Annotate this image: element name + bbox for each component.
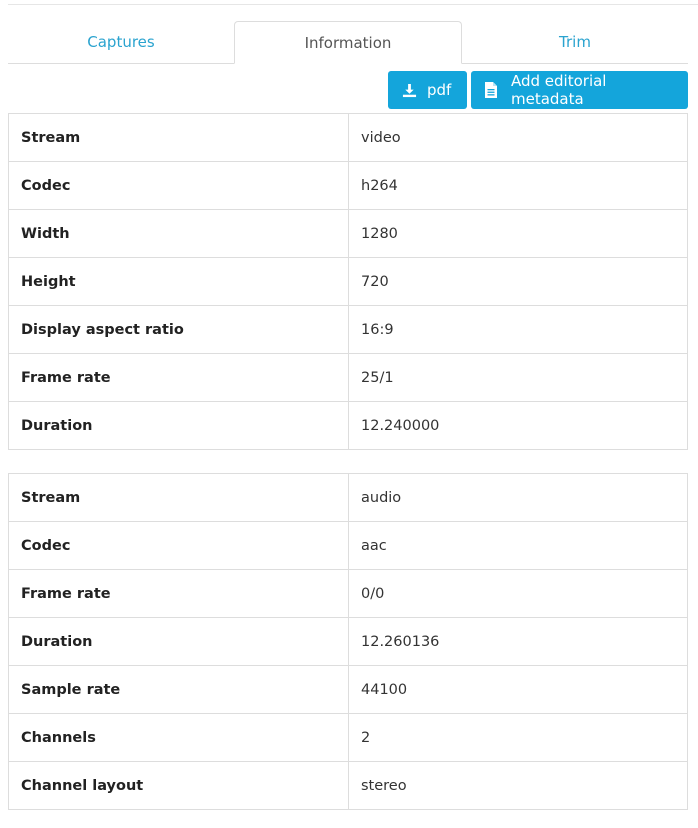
- table-row: Sample rate 44100: [8, 665, 688, 714]
- row-key: Sample rate: [8, 665, 349, 714]
- table-row: Duration 12.240000: [8, 401, 688, 450]
- tab-information[interactable]: Information: [234, 21, 462, 64]
- audio-stream-table: Stream audio Codec aac Frame rate 0/0 Du…: [8, 473, 688, 810]
- row-key: Width: [8, 209, 349, 258]
- table-row: Frame rate 0/0: [8, 569, 688, 618]
- row-value: 1280: [348, 209, 688, 258]
- row-value: video: [348, 113, 688, 162]
- tab-captures[interactable]: Captures: [8, 21, 234, 63]
- pdf-button-label: pdf: [427, 81, 452, 99]
- row-value: aac: [348, 521, 688, 570]
- document-icon: [485, 82, 497, 98]
- row-value: audio: [348, 473, 688, 522]
- top-divider: [8, 4, 698, 5]
- table-row: Duration 12.260136: [8, 617, 688, 666]
- row-key: Stream: [8, 113, 349, 162]
- row-value: 0/0: [348, 569, 688, 618]
- add-editorial-metadata-button[interactable]: Add editorial metadata: [471, 71, 688, 109]
- tab-bar: Captures Information Trim: [8, 21, 688, 64]
- row-key: Stream: [8, 473, 349, 522]
- download-icon: [402, 83, 417, 98]
- row-value: stereo: [348, 761, 688, 810]
- row-key: Height: [8, 257, 349, 306]
- table-row: Codec h264: [8, 161, 688, 210]
- tab-trim[interactable]: Trim: [462, 21, 688, 63]
- row-key: Frame rate: [8, 353, 349, 402]
- row-value: 12.240000: [348, 401, 688, 450]
- row-value: 44100: [348, 665, 688, 714]
- table-row: Channels 2: [8, 713, 688, 762]
- pdf-download-button[interactable]: pdf: [388, 71, 467, 109]
- table-row: Stream audio: [8, 473, 688, 522]
- row-key: Channels: [8, 713, 349, 762]
- video-stream-table: Stream video Codec h264 Width 1280 Heigh…: [8, 113, 688, 450]
- table-row: Stream video: [8, 113, 688, 162]
- table-row: Height 720: [8, 257, 688, 306]
- row-key: Duration: [8, 617, 349, 666]
- row-key: Display aspect ratio: [8, 305, 349, 354]
- table-row: Display aspect ratio 16:9: [8, 305, 688, 354]
- table-row: Width 1280: [8, 209, 688, 258]
- row-value: h264: [348, 161, 688, 210]
- metadata-button-label: Add editorial metadata: [511, 72, 607, 108]
- row-key: Channel layout: [8, 761, 349, 810]
- table-row: Channel layout stereo: [8, 761, 688, 810]
- table-row: Frame rate 25/1: [8, 353, 688, 402]
- row-key: Duration: [8, 401, 349, 450]
- row-key: Frame rate: [8, 569, 349, 618]
- row-value: 720: [348, 257, 688, 306]
- row-value: 16:9: [348, 305, 688, 354]
- table-row: Codec aac: [8, 521, 688, 570]
- row-value: 25/1: [348, 353, 688, 402]
- row-key: Codec: [8, 161, 349, 210]
- row-key: Codec: [8, 521, 349, 570]
- row-value: 2: [348, 713, 688, 762]
- toolbar: pdf Add editorial metadata: [388, 71, 688, 109]
- row-value: 12.260136: [348, 617, 688, 666]
